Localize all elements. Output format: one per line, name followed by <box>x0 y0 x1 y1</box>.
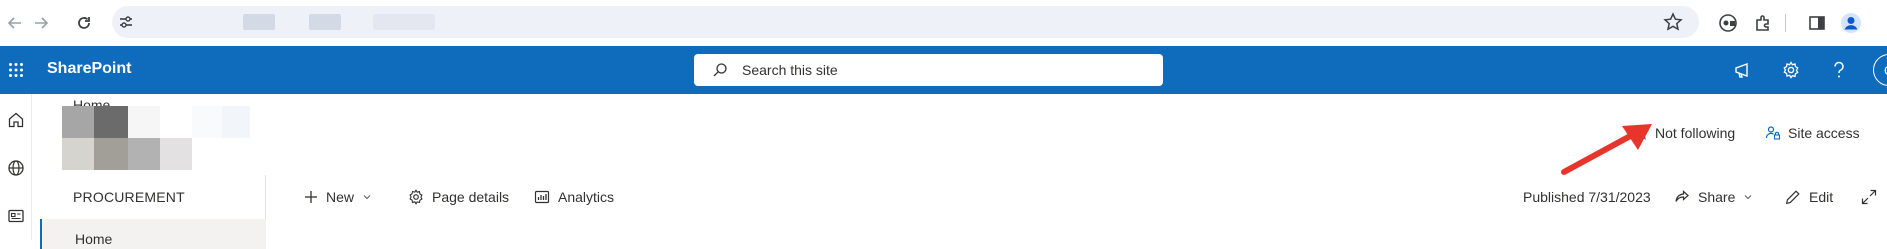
nav-site-title[interactable]: PROCUREMENT <box>73 189 185 205</box>
page-details-label: Page details <box>432 189 510 205</box>
chevron-down-icon <box>1743 192 1753 202</box>
redacted-url-segment <box>243 14 275 30</box>
help-icon[interactable] <box>1827 58 1851 82</box>
annotation-arrow <box>1561 124 1652 175</box>
nav-item-label: Home <box>75 231 113 247</box>
site-navigation: PROCUREMENT Home <box>40 175 266 249</box>
forward-arrow-icon[interactable] <box>28 10 54 36</box>
edit-label: Edit <box>1809 189 1834 205</box>
app-rail <box>0 94 32 240</box>
home-icon[interactable] <box>4 108 28 132</box>
megaphone-icon[interactable] <box>1731 58 1755 82</box>
search-input[interactable] <box>742 62 1142 78</box>
site-logo[interactable] <box>62 106 252 170</box>
toolbar-divider <box>1785 14 1786 32</box>
share-icon <box>1674 189 1690 205</box>
share-label: Share <box>1698 189 1736 205</box>
globe-icon[interactable] <box>4 156 28 180</box>
news-icon[interactable] <box>4 204 28 228</box>
side-panel-icon[interactable] <box>1804 10 1830 36</box>
edit-button[interactable]: Edit <box>1785 186 1833 208</box>
new-label: New <box>326 189 355 205</box>
site-info-icon[interactable] <box>118 14 134 30</box>
expand-icon[interactable] <box>1861 186 1877 208</box>
avatar[interactable]: G <box>1873 54 1887 86</box>
redacted-url-segment <box>373 14 435 30</box>
plus-icon <box>304 190 318 204</box>
page-details-button[interactable]: Page details <box>408 186 509 208</box>
browser-toolbar <box>0 0 1887 46</box>
share-button[interactable]: Share <box>1674 186 1753 208</box>
app-name[interactable]: SharePoint <box>47 60 131 78</box>
new-button[interactable]: New <box>304 186 372 208</box>
search-box[interactable] <box>694 54 1163 86</box>
gear-icon <box>408 189 424 205</box>
back-arrow-icon[interactable] <box>2 10 28 36</box>
reload-icon[interactable] <box>71 10 97 36</box>
extensions-icon[interactable] <box>1750 10 1776 36</box>
bookmark-star-icon[interactable] <box>1663 12 1683 32</box>
analytics-icon <box>534 189 550 205</box>
search-icon <box>712 62 728 78</box>
suite-bar: SharePoint G <box>0 46 1887 94</box>
address-bar[interactable] <box>112 6 1699 38</box>
people-lock-icon <box>1765 125 1781 141</box>
profile-icon[interactable] <box>1838 10 1864 36</box>
follow-label: Not following <box>1655 125 1736 141</box>
chevron-down-icon <box>362 192 372 202</box>
app-launcher-icon[interactable] <box>0 46 32 94</box>
site-access-label: Site access <box>1788 125 1860 141</box>
site-access-button[interactable]: Site access <box>1765 123 1860 143</box>
password-key-icon[interactable] <box>1715 10 1741 36</box>
redacted-url-segment <box>309 14 341 30</box>
nav-item-home[interactable]: Home <box>40 219 266 249</box>
published-date: Published 7/31/2023 <box>1523 189 1651 205</box>
analytics-button[interactable]: Analytics <box>534 186 614 208</box>
gear-icon[interactable] <box>1779 58 1803 82</box>
analytics-label: Analytics <box>558 189 615 205</box>
pencil-icon <box>1785 189 1801 205</box>
